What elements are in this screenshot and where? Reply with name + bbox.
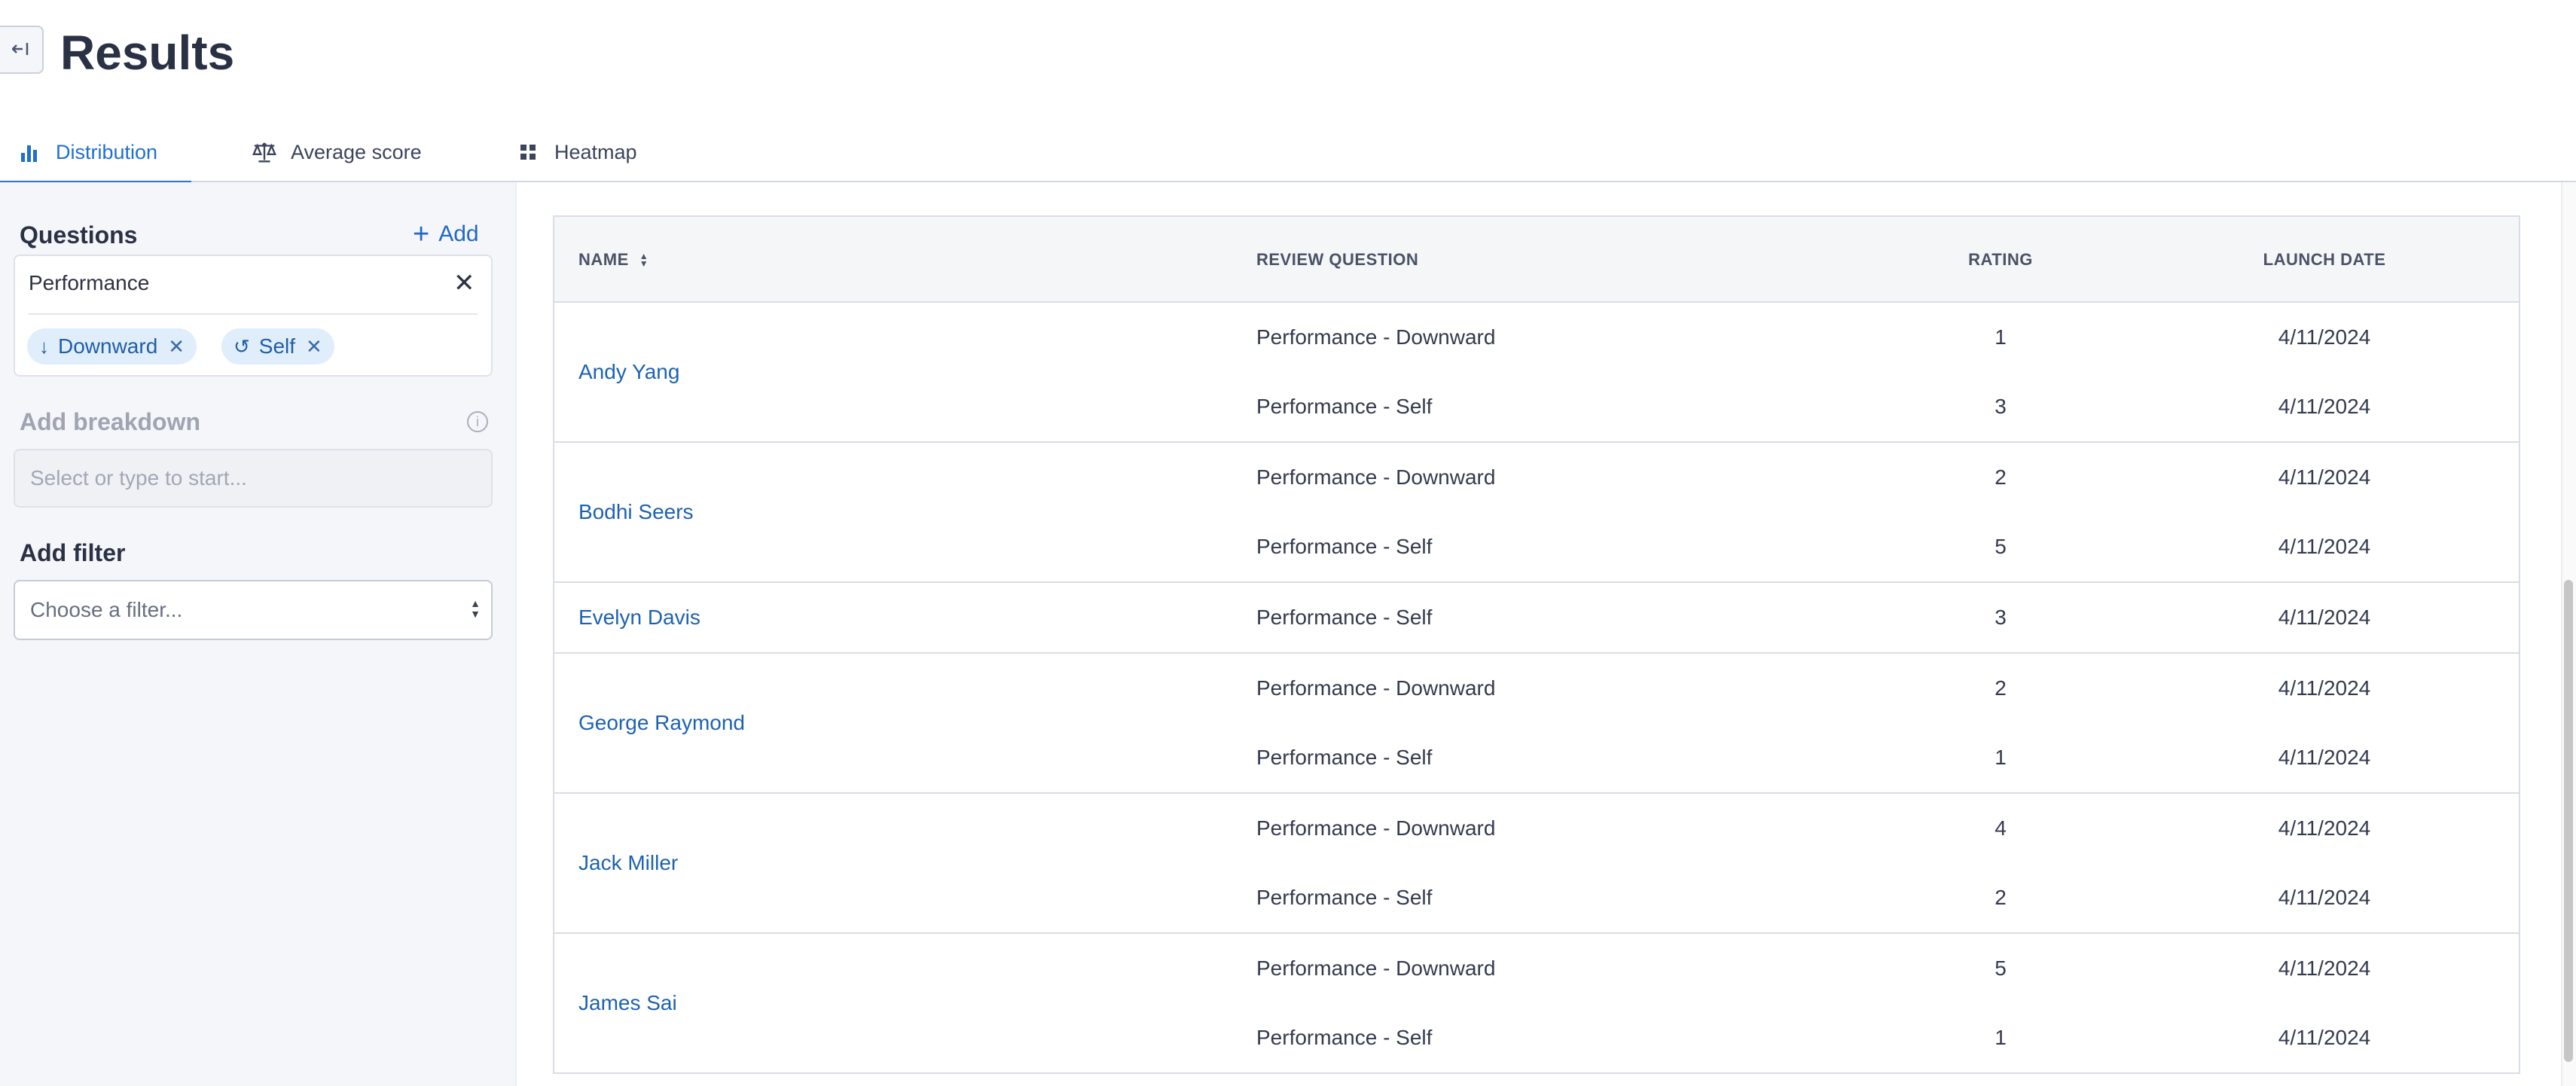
rating-cell: 4 <box>1995 816 2007 840</box>
launch-date-cell: 4/11/2024 <box>2278 886 2371 909</box>
table-row: Performance - Self 1 4/11/2024 <box>554 1003 2519 1072</box>
table-row-group: Andy Yang Performance - Downward 1 4/11/202… <box>554 303 2519 443</box>
info-icon[interactable]: i <box>467 411 488 432</box>
column-rating-header: RATING <box>1968 250 2033 269</box>
launch-date-cell: 4/11/2024 <box>2278 956 2371 980</box>
table-row-group: Jack Miller Performance - Downward 4 4/11/2… <box>554 794 2519 934</box>
launch-date-cell: 4/11/2024 <box>2278 395 2371 418</box>
review-question-cell: Performance - Self <box>1256 395 1433 418</box>
questions-selector[interactable]: Performance ✕ ↓ Downward ✕ ↺ Self ✕ <box>14 255 493 377</box>
remove-chip-icon[interactable]: ✕ <box>168 335 185 358</box>
rating-cell: 3 <box>1995 395 2007 418</box>
rating-cell: 2 <box>1995 676 2007 700</box>
divider <box>29 313 478 315</box>
table-row-group: George Raymond Performance - Downward 2 4/1… <box>554 654 2519 794</box>
tab-average-score[interactable]: Average score <box>191 122 505 182</box>
return-arrow-icon: ↺ <box>233 334 250 358</box>
breakdown-input[interactable]: Select or type to start... <box>14 449 493 508</box>
questions-value: Performance <box>29 271 150 294</box>
arrow-down-icon: ↓ <box>39 334 49 358</box>
table-row: Performance - Self 3 4/11/2024 <box>554 583 2519 652</box>
table-row: Performance - Downward 2 4/11/2024 <box>554 443 2519 512</box>
table-header: NAME ▲ ▼ REVIEW QUESTION RATING LAUNCH DA… <box>554 217 2519 303</box>
tab-distribution[interactable]: Distribution <box>0 122 191 184</box>
rating-cell: 1 <box>1995 746 2007 769</box>
chip-label: Downward <box>58 334 158 358</box>
launch-date-cell: 4/11/2024 <box>2278 606 2371 629</box>
review-question-cell: Performance - Self <box>1256 1026 1433 1049</box>
column-date-header: LAUNCH DATE <box>2263 250 2386 269</box>
page-title: Results <box>60 26 235 80</box>
review-question-cell: Performance - Downward <box>1256 325 1496 349</box>
rating-cell: 2 <box>1995 886 2007 909</box>
column-question-header: REVIEW QUESTION <box>1256 250 1419 269</box>
table-row: Performance - Self 1 4/11/2024 <box>554 723 2519 792</box>
launch-date-cell: 4/11/2024 <box>2278 465 2371 489</box>
table-row-group: Evelyn Davis Performance - Self 3 4/11/2024 <box>554 583 2519 654</box>
rating-cell: 3 <box>1995 606 2007 629</box>
select-arrows-icon: ▲ ▼ <box>470 597 481 620</box>
tab-label: Distribution <box>56 140 158 163</box>
chip-label: Self <box>258 334 296 358</box>
table-row: Performance - Downward 1 4/11/2024 <box>554 303 2519 372</box>
table-row: Performance - Self 3 4/11/2024 <box>554 372 2519 441</box>
table-row: Performance - Downward 5 4/11/2024 <box>554 934 2519 1003</box>
rating-cell: 5 <box>1995 535 2007 558</box>
clear-icon[interactable]: ✕ <box>453 268 475 298</box>
scrollbar-thumb[interactable] <box>2564 580 2573 1062</box>
review-question-cell: Performance - Self <box>1256 606 1433 629</box>
table-row-group: James Sai Performance - Downward 5 4/11/202… <box>554 934 2519 1074</box>
rating-cell: 5 <box>1995 956 2007 980</box>
filter-title: Add filter <box>20 539 126 566</box>
review-question-cell: Performance - Downward <box>1256 816 1496 840</box>
rating-cell: 1 <box>1995 1026 2007 1049</box>
scale-icon <box>252 139 277 165</box>
breakdown-title: Add breakdown <box>20 408 201 435</box>
filter-placeholder: Choose a filter... <box>30 598 183 621</box>
header: Results Distribution Average score Heatm… <box>0 0 2576 184</box>
collapse-sidebar-button[interactable] <box>0 26 44 74</box>
bar-chart-icon <box>17 139 42 165</box>
remove-chip-icon[interactable]: ✕ <box>306 335 322 358</box>
table-row: Performance - Self 2 4/11/2024 <box>554 863 2519 932</box>
table-body: Andy Yang Performance - Downward 1 4/11/202… <box>554 303 2519 1074</box>
launch-date-cell: 4/11/2024 <box>2278 746 2371 769</box>
questions-title: Questions <box>20 221 138 249</box>
grid-icon <box>515 139 541 165</box>
tab-label: Heatmap <box>554 140 637 163</box>
launch-date-cell: 4/11/2024 <box>2278 816 2371 840</box>
review-question-cell: Performance - Self <box>1256 535 1433 558</box>
add-label: Add <box>438 221 479 246</box>
table-row: Performance - Downward 2 4/11/2024 <box>554 654 2519 723</box>
rating-cell: 1 <box>1995 325 2007 349</box>
filter-select[interactable]: Choose a filter... ▲ ▼ <box>14 580 493 640</box>
rating-cell: 2 <box>1995 465 2007 489</box>
launch-date-cell: 4/11/2024 <box>2278 1026 2371 1049</box>
sort-icon: ▲ ▼ <box>639 251 649 269</box>
review-question-cell: Performance - Self <box>1256 746 1433 769</box>
tab-label: Average score <box>291 140 422 163</box>
results-table-area: NAME ▲ ▼ REVIEW QUESTION RATING LAUNCH DA… <box>517 182 2576 1086</box>
table-row: Performance - Self 5 4/11/2024 <box>554 512 2519 581</box>
table-row: Performance - Downward 4 4/11/2024 <box>554 794 2519 863</box>
review-question-cell: Performance - Downward <box>1256 676 1496 700</box>
review-question-cell: Performance - Downward <box>1256 956 1496 980</box>
launch-date-cell: 4/11/2024 <box>2278 535 2371 558</box>
review-question-cell: Performance - Self <box>1256 886 1433 909</box>
column-name-header[interactable]: NAME ▲ ▼ <box>578 250 649 270</box>
collapse-left-icon <box>11 38 30 62</box>
add-question-button[interactable]: + Add <box>413 218 479 250</box>
launch-date-cell: 4/11/2024 <box>2278 676 2371 700</box>
plus-icon: + <box>413 218 430 250</box>
chip-self: ↺ Self ✕ <box>221 328 334 365</box>
table-row-group: Bodhi Seers Performance - Downward 2 4/11/2… <box>554 443 2519 583</box>
chip-downward: ↓ Downward ✕ <box>27 328 197 365</box>
results-table: NAME ▲ ▼ REVIEW QUESTION RATING LAUNCH DA… <box>553 215 2520 1074</box>
tab-heatmap[interactable]: Heatmap <box>505 122 658 182</box>
review-question-cell: Performance - Downward <box>1256 465 1496 489</box>
tab-bar: Distribution Average score Heatmap <box>0 122 2576 184</box>
launch-date-cell: 4/11/2024 <box>2278 325 2371 349</box>
filters-sidebar: Questions + Add Performance ✕ ↓ Downward… <box>0 182 517 1086</box>
